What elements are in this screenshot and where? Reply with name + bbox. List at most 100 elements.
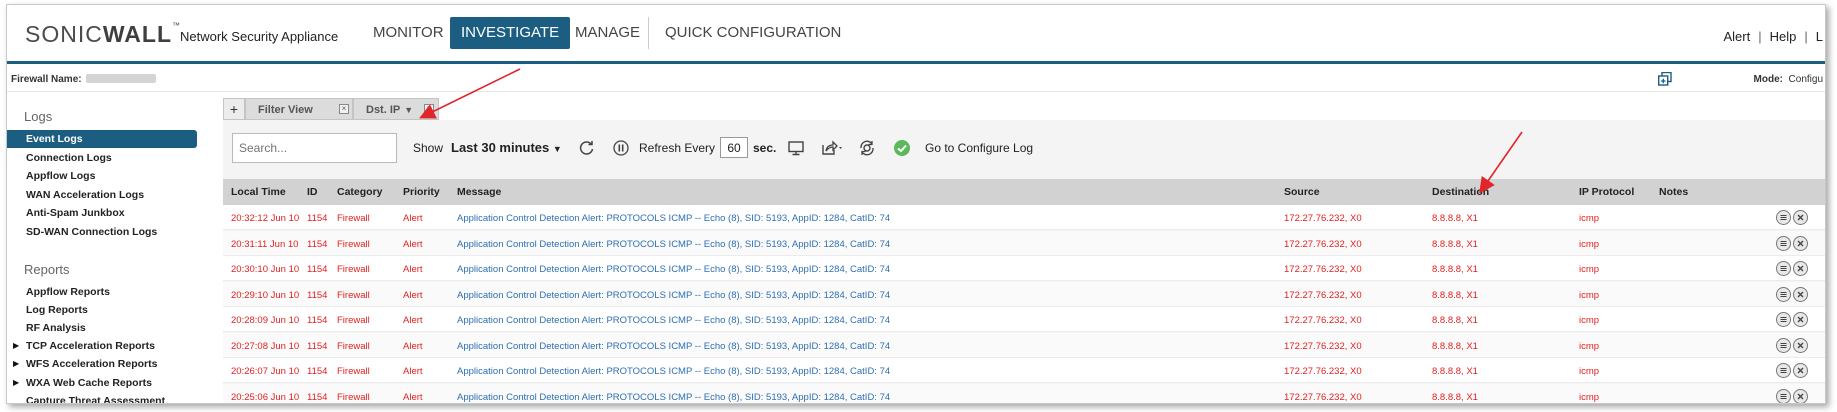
column-ip-protocol[interactable]: IP Protocol: [1579, 186, 1634, 198]
sidebar-item-tcp-acceleration-reports[interactable]: TCP Acceleration Reports: [26, 340, 155, 352]
menu-icon[interactable]: [1776, 210, 1791, 225]
expand-arrow-icon[interactable]: ▶: [13, 378, 19, 387]
filter-chip-filter-view[interactable]: Filter View ×: [245, 98, 353, 120]
table-row[interactable]: 20:25:06 Jun 10 1154 Firewall Alert Applicat…: [223, 383, 1825, 403]
nav-tab-investigate[interactable]: INVESTIGATE: [450, 17, 571, 49]
checkmark-icon[interactable]: [893, 139, 911, 157]
show-label: Show: [413, 141, 444, 155]
log-toolbar: Show Last 30 minutes ▼ Refresh Every sec…: [223, 133, 1623, 163]
cell-source: 172.27.76.232, X0: [1284, 238, 1362, 250]
cell-local-time: 20:27:08 Jun 10: [231, 340, 300, 352]
sidebar-item-capture-threat-assessment[interactable]: Capture Threat Assessment: [26, 395, 165, 403]
cell-priority: Alert: [403, 340, 423, 352]
filter-chip-dst-ip[interactable]: Dst. IP ▼ ×: [353, 98, 439, 120]
column-local-time[interactable]: Local Time: [231, 186, 286, 198]
close-icon[interactable]: [1793, 337, 1808, 353]
menu-icon[interactable]: [1776, 337, 1791, 353]
cell-priority: Alert: [403, 315, 423, 326]
sonicwall-logo: SONICWALL™: [25, 21, 181, 47]
sidebar-item-rf-analysis[interactable]: RF Analysis: [26, 322, 86, 334]
app-window: SONICWALL™ Network Security Appliance MO…: [6, 4, 1826, 404]
sidebar-item-log-reports[interactable]: Log Reports: [26, 304, 88, 316]
chevron-down-icon[interactable]: ▼: [404, 105, 413, 115]
close-icon[interactable]: [1793, 388, 1808, 403]
sidebar-item-appflow-reports[interactable]: Appflow Reports: [26, 286, 110, 298]
close-icon[interactable]: [1793, 261, 1808, 276]
sidebar: Logs Event Logs Connection Logs Appflow …: [7, 93, 203, 403]
close-icon[interactable]: [1793, 363, 1808, 378]
sidebar-item-wan-acceleration-logs[interactable]: WAN Acceleration Logs: [26, 189, 144, 201]
cell-local-time: 20:32:12 Jun 10: [231, 213, 300, 224]
table-row[interactable]: 20:32:12 Jun 10 1154 Firewall Alert Applicat…: [223, 205, 1825, 230]
refresh-interval-input[interactable]: [720, 137, 748, 158]
monitor-icon[interactable]: [787, 139, 805, 157]
column-destination[interactable]: Destination: [1432, 186, 1489, 198]
close-icon[interactable]: ×: [339, 104, 349, 114]
column-notes[interactable]: Notes: [1659, 186, 1688, 198]
sidebar-item-wxa-web-cache-reports[interactable]: WXA Web Cache Reports: [26, 377, 152, 389]
cell-message: Application Control Detection Alert: PRO…: [457, 315, 891, 326]
export-icon[interactable]: [821, 139, 843, 157]
add-filter-button[interactable]: +: [223, 98, 245, 120]
refresh-icon[interactable]: [578, 139, 596, 157]
menu-icon[interactable]: [1776, 312, 1791, 327]
cell-local-time: 20:28:09 Jun 10: [231, 315, 300, 326]
close-icon[interactable]: [1793, 312, 1808, 327]
menu-icon[interactable]: [1776, 286, 1791, 302]
nav-divider: [648, 17, 649, 49]
menu-icon[interactable]: [1776, 235, 1791, 251]
alert-link[interactable]: Alert: [1724, 29, 1751, 44]
sidebar-item-anti-spam-junkbox[interactable]: Anti-Spam Junkbox: [26, 207, 125, 219]
filter-chip-label: Filter View: [258, 104, 313, 116]
column-message[interactable]: Message: [457, 186, 501, 198]
close-icon[interactable]: ×: [424, 104, 434, 114]
firewall-name-redacted: [85, 74, 156, 83]
nav-tab-manage[interactable]: MANAGE: [564, 17, 651, 49]
expand-arrow-icon[interactable]: ▶: [13, 341, 19, 350]
table-row[interactable]: 20:31:11 Jun 10 1154 Firewall Alert Applicat…: [223, 230, 1825, 256]
open-window-icon[interactable]: [1658, 72, 1672, 86]
mode-indicator: Mode: Configu: [1753, 74, 1823, 85]
column-id[interactable]: ID: [307, 186, 318, 198]
search-input[interactable]: [232, 133, 397, 163]
help-link[interactable]: Help: [1770, 29, 1797, 44]
sidebar-item-event-logs[interactable]: Event Logs: [7, 130, 197, 148]
cell-message: Application Control Detection Alert: PRO…: [457, 264, 891, 275]
menu-icon[interactable]: [1776, 261, 1791, 276]
column-priority[interactable]: Priority: [403, 186, 440, 198]
cell-priority: Alert: [403, 366, 423, 377]
table-row[interactable]: 20:27:08 Jun 10 1154 Firewall Alert Applicat…: [223, 332, 1825, 358]
sidebar-item-wfs-acceleration-reports[interactable]: WFS Acceleration Reports: [26, 358, 157, 370]
nav-tab-quick-configuration[interactable]: QUICK CONFIGURATION: [654, 17, 852, 49]
cell-message: Application Control Detection Alert: PRO…: [457, 238, 891, 250]
table-row[interactable]: 20:29:10 Jun 10 1154 Firewall Alert Applicat…: [223, 281, 1825, 307]
close-icon[interactable]: [1793, 235, 1808, 251]
cell-destination: 8.8.8.8, X1: [1432, 238, 1478, 250]
sidebar-item-connection-logs[interactable]: Connection Logs: [26, 152, 112, 164]
sidebar-item-appflow-logs[interactable]: Appflow Logs: [26, 170, 95, 182]
cell-message: Application Control Detection Alert: PRO…: [457, 213, 891, 224]
column-source[interactable]: Source: [1284, 186, 1320, 198]
expand-arrow-icon[interactable]: ▶: [13, 359, 19, 368]
logout-link[interactable]: L: [1816, 29, 1823, 44]
close-icon[interactable]: [1793, 286, 1808, 302]
column-category[interactable]: Category: [337, 186, 383, 198]
table-row[interactable]: 20:30:10 Jun 10 1154 Firewall Alert Applicat…: [223, 256, 1825, 281]
nav-tab-monitor[interactable]: MONITOR: [362, 17, 455, 49]
cell-ip-protocol: icmp: [1579, 391, 1600, 403]
menu-icon[interactable]: [1776, 388, 1791, 403]
configure-log-link[interactable]: Go to Configure Log: [925, 141, 1033, 155]
table-row[interactable]: 20:26:07 Jun 10 1154 Firewall Alert Applicat…: [223, 358, 1825, 383]
sidebar-item-sd-wan-connection-logs[interactable]: SD-WAN Connection Logs: [26, 226, 157, 238]
time-range-select[interactable]: Last 30 minutes ▼: [451, 140, 562, 155]
cell-id: 1154: [307, 315, 328, 326]
chevron-down-icon: ▼: [552, 144, 562, 154]
menu-icon[interactable]: [1776, 363, 1791, 378]
settings-sync-icon[interactable]: [858, 139, 876, 157]
pause-icon[interactable]: [612, 139, 630, 157]
cell-id: 1154: [307, 340, 328, 352]
close-icon[interactable]: [1793, 210, 1808, 225]
table-row[interactable]: 20:28:09 Jun 10 1154 Firewall Alert Applicat…: [223, 307, 1825, 332]
cell-message: Application Control Detection Alert: PRO…: [457, 366, 891, 377]
refresh-unit: sec.: [753, 141, 777, 155]
